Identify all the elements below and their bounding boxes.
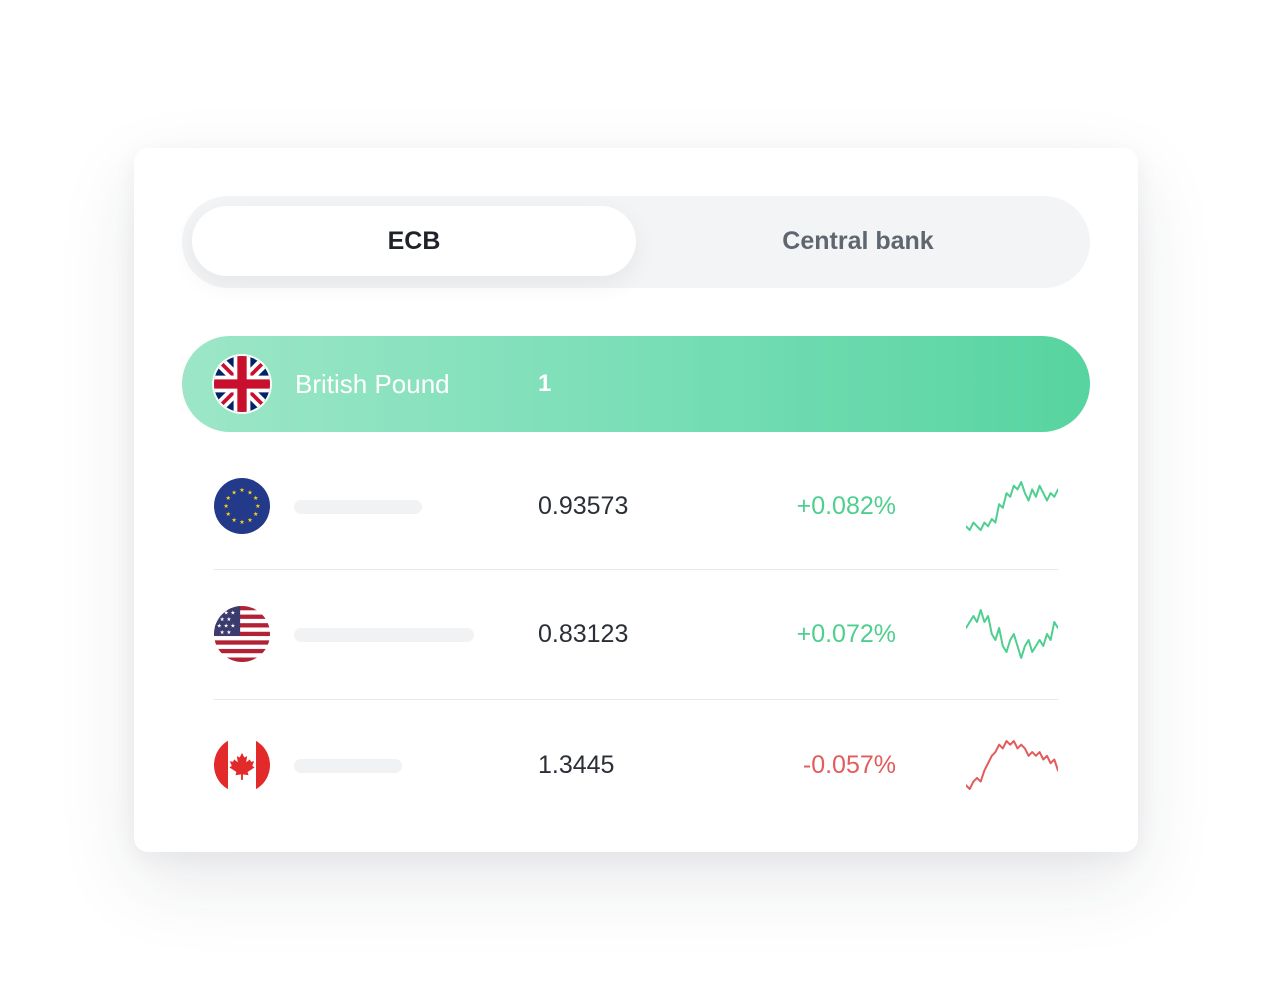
base-currency-name: British Pound [295, 369, 450, 399]
svg-text:★: ★ [253, 511, 259, 518]
rate-change: -0.057% [802, 751, 896, 779]
sparkline-chart [966, 609, 1058, 659]
currency-name-placeholder [294, 759, 402, 773]
svg-text:★: ★ [226, 511, 232, 518]
exchange-rate: 0.93573 [538, 492, 629, 520]
svg-text:★ ★ ★: ★ ★ ★ [217, 609, 236, 616]
svg-text:★: ★ [247, 517, 253, 524]
currency-name-placeholder [294, 500, 422, 514]
svg-text:★ ★: ★ ★ [220, 629, 232, 636]
currency-name-placeholder [294, 628, 474, 642]
ca-flag-icon [214, 737, 270, 793]
sparkline-chart [966, 740, 1058, 790]
tab-ecb[interactable]: ECB [192, 206, 636, 276]
base-currency-row[interactable]: British Pound 1 [182, 336, 1090, 432]
rate-change: +0.072% [796, 620, 896, 648]
svg-text:★: ★ [231, 517, 237, 524]
svg-text:★ ★ ★: ★ ★ ★ [217, 622, 236, 629]
uk-flag-icon [214, 356, 270, 412]
base-currency-rate: 1 [538, 370, 552, 397]
tab-central-bank[interactable]: Central bank [636, 206, 1080, 276]
currency-row-cad[interactable]: 1.3445 -0.057% [214, 701, 1058, 829]
svg-text:★: ★ [223, 503, 229, 510]
eu-flag-icon: ★ ★ ★ ★ ★ ★ ★ ★ ★ ★ ★ ★ [214, 478, 270, 534]
rate-change: +0.082% [796, 492, 896, 520]
source-toggle: ECB Central bank [182, 196, 1090, 288]
us-flag-icon: ★ ★ ★ ★ ★ ★ ★ ★ ★ ★ [214, 606, 270, 662]
currency-card: ECB Central bank British Pound 1 ★ ★ ★ ★ ★ ★ ★… [134, 148, 1138, 852]
row-divider [214, 699, 1058, 700]
svg-text:★: ★ [253, 495, 259, 502]
svg-text:★: ★ [239, 487, 245, 494]
svg-text:★ ★: ★ ★ [220, 616, 232, 623]
exchange-rate: 1.3445 [538, 751, 615, 779]
svg-text:★: ★ [231, 489, 237, 496]
currency-row-eur[interactable]: ★ ★ ★ ★ ★ ★ ★ ★ ★ ★ ★ ★ 0.93573 +0.082% [214, 442, 1058, 570]
exchange-rate: 0.83123 [538, 620, 629, 648]
sparkline-chart [966, 481, 1058, 531]
svg-text:★: ★ [239, 519, 245, 526]
currency-row-usd[interactable]: ★ ★ ★ ★ ★ ★ ★ ★ ★ ★ 0.83123 +0.072% [214, 570, 1058, 698]
svg-text:★: ★ [255, 503, 261, 510]
